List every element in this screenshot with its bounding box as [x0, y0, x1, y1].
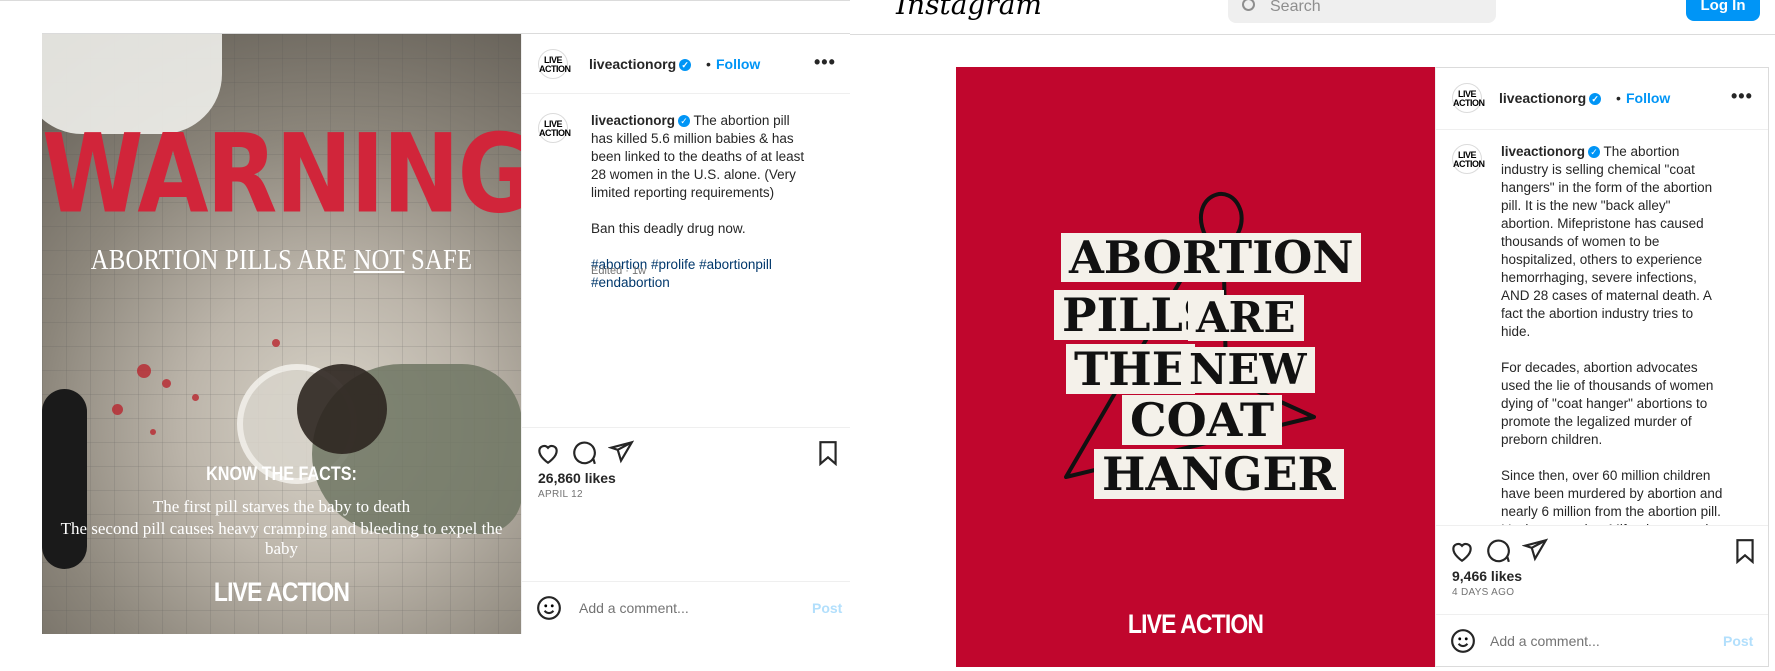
blood-splatter: [272, 339, 280, 347]
caption-text: The abortion pill has killed 5.6 million…: [591, 113, 805, 236]
emoji-icon[interactable]: [536, 595, 562, 621]
headline-word: ARE: [1188, 295, 1304, 341]
comment-icon[interactable]: [571, 440, 597, 466]
avatar[interactable]: LIVE ACTION: [1452, 83, 1485, 113]
username-link[interactable]: liveactionorg ✓: [1499, 90, 1602, 106]
likes-count[interactable]: 9,466 likes: [1452, 568, 1522, 584]
likes-count[interactable]: 26,860 likes: [538, 470, 616, 486]
post-header: LIVE ACTION liveactionorg ✓ • Follow •••: [1436, 68, 1768, 130]
live-action-watermark: LIVE ACTION: [213, 577, 350, 607]
instagram-topbar: Instagram Search Log In: [850, 0, 1775, 35]
edited-timestamp: Edited · 1w: [591, 265, 647, 277]
blood-splatter: [150, 429, 156, 435]
share-icon[interactable]: [1522, 537, 1548, 563]
caption-text: The abortion industry is selling chemica…: [1501, 144, 1723, 525]
left-post-sidebar: LIVE ACTION liveactionorg ✓ • Follow ••• …: [521, 34, 850, 634]
caption-username[interactable]: liveactionorg: [1501, 144, 1585, 159]
follow-button[interactable]: Follow: [716, 56, 760, 72]
warning-headline: WARNING: [42, 111, 521, 238]
verified-icon: ✓: [1589, 93, 1602, 106]
comment-bar: Add a comment... Post: [522, 581, 850, 633]
blood-splatter: [192, 394, 199, 401]
headline-word: COAT: [1122, 395, 1283, 445]
caption-avatar[interactable]: LIVE ACTION: [538, 113, 571, 143]
verified-icon: ✓: [678, 115, 691, 128]
search-placeholder: Search: [1270, 0, 1321, 15]
comment-input[interactable]: Add a comment...: [579, 600, 689, 616]
search-icon: [1242, 0, 1255, 11]
left-post-image[interactable]: WARNING ABORTION PILLS ARE NOT SAFE KNOW…: [42, 34, 521, 634]
verified-icon: ✓: [1588, 146, 1601, 159]
follow-button[interactable]: Follow: [1626, 90, 1670, 106]
headline-word: HANGER: [1094, 449, 1344, 499]
more-options-icon[interactable]: •••: [1731, 86, 1753, 107]
caption-scroll-area[interactable]: LIVE ACTION liveactionorg ✓ The abortion …: [1436, 130, 1768, 525]
blood-splatter: [112, 404, 123, 415]
comment-bar: Add a comment... Post: [1436, 614, 1768, 666]
blood-splatter: [162, 379, 171, 388]
caption-username[interactable]: liveactionorg: [591, 113, 675, 128]
heart-icon[interactable]: [535, 440, 561, 466]
headline-word: ABORTION: [1061, 233, 1362, 282]
right-post-sidebar: LIVE ACTION liveactionorg ✓ • Follow ••• …: [1435, 67, 1769, 667]
left-post: WARNING ABORTION PILLS ARE NOT SAFE KNOW…: [42, 33, 850, 634]
more-options-icon[interactable]: •••: [814, 52, 836, 73]
screenshot-stage: WARNING ABORTION PILLS ARE NOT SAFE KNOW…: [0, 0, 1775, 671]
post-header: LIVE ACTION liveactionorg ✓ • Follow •••: [522, 34, 850, 94]
caption-avatar[interactable]: LIVE ACTION: [1452, 144, 1485, 174]
blood-splatter: [137, 364, 151, 378]
separator-dot: •: [706, 56, 711, 72]
woman-hair: [297, 364, 387, 454]
emoji-icon[interactable]: [1450, 628, 1476, 654]
search-input[interactable]: Search: [1228, 0, 1496, 23]
warning-subhead: ABORTION PILLS ARE NOT SAFE: [90, 244, 473, 276]
action-bar: 9,466 likes 4 DAYS AGO: [1436, 525, 1768, 612]
bookmark-icon[interactable]: [1732, 538, 1758, 564]
live-action-watermark: LIVE ACTION: [1127, 609, 1264, 639]
post-caption: liveactionorg ✓ The abortion industry is …: [1501, 143, 1723, 525]
facts-title: KNOW THE FACTS:: [206, 464, 357, 485]
right-post: ABORTION PILLS ARE THE NEW COAT HANGER L…: [956, 67, 1769, 667]
headline-word: NEW: [1181, 347, 1315, 393]
bookmark-icon[interactable]: [815, 440, 841, 466]
post-comment-button[interactable]: Post: [812, 600, 842, 616]
comment-icon[interactable]: [1485, 538, 1511, 564]
right-post-image[interactable]: ABORTION PILLS ARE THE NEW COAT HANGER L…: [956, 67, 1435, 667]
post-date: 4 DAYS AGO: [1452, 587, 1515, 598]
post-date: APRIL 12: [538, 489, 583, 500]
fact-line-1: The first pill starves the baby to death: [152, 497, 411, 516]
post-comment-button[interactable]: Post: [1723, 633, 1753, 649]
comment-input[interactable]: Add a comment...: [1490, 633, 1600, 649]
verified-icon: ✓: [679, 59, 692, 72]
username-link[interactable]: liveactionorg ✓: [589, 56, 692, 72]
instagram-logo[interactable]: Instagram: [896, 0, 1042, 21]
login-button[interactable]: Log In: [1686, 0, 1760, 21]
avatar[interactable]: LIVE ACTION: [538, 49, 571, 79]
headline-word: THE: [1066, 344, 1195, 394]
action-bar: 26,860 likes APRIL 12: [522, 427, 850, 514]
separator-dot: •: [1616, 90, 1621, 106]
top-divider: [0, 0, 850, 1]
heart-icon[interactable]: [1449, 538, 1475, 564]
fact-line-2: The second pill causes heavy cramping an…: [60, 519, 503, 558]
share-icon[interactable]: [608, 439, 634, 465]
